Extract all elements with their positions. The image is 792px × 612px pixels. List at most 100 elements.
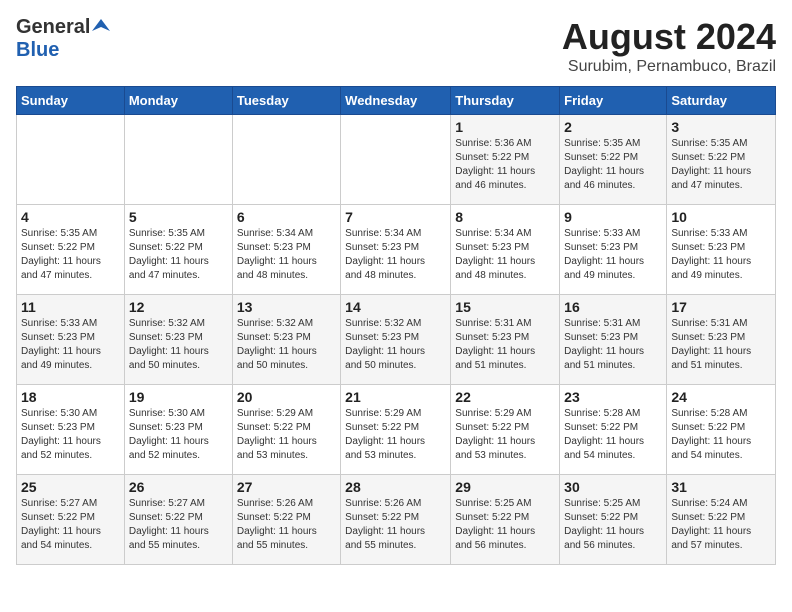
day-info: Sunrise: 5:30 AM Sunset: 5:23 PM Dayligh…	[21, 407, 120, 463]
day-number: 14	[345, 299, 446, 315]
day-info: Sunrise: 5:35 AM Sunset: 5:22 PM Dayligh…	[129, 227, 228, 283]
logo-general-text: General	[16, 16, 90, 39]
day-number: 26	[129, 479, 228, 495]
calendar-cell: 3Sunrise: 5:35 AM Sunset: 5:22 PM Daylig…	[667, 115, 776, 205]
calendar-cell: 7 Sunrise: 5:34 AM Sunset: 5:23 PM Daylig…	[341, 205, 451, 295]
weekday-header-thursday: Thursday	[451, 87, 560, 115]
logo-bird-icon	[92, 17, 110, 35]
day-number: 12	[129, 299, 228, 315]
day-info: Sunrise: 5:26 AM Sunset: 5:22 PM Dayligh…	[345, 497, 446, 553]
day-number: 20	[237, 389, 336, 405]
calendar-cell: 9Sunrise: 5:33 AM Sunset: 5:23 PM Daylig…	[560, 205, 667, 295]
day-info: Sunrise: 5:29 AM Sunset: 5:22 PM Dayligh…	[455, 407, 555, 463]
calendar-cell: 21 Sunrise: 5:29 AM Sunset: 5:22 PM Dayli…	[341, 385, 451, 475]
day-info: Sunrise: 5:26 AM Sunset: 5:22 PM Dayligh…	[237, 497, 336, 553]
calendar-cell	[341, 115, 451, 205]
day-number: 18	[21, 389, 120, 405]
week-row-4: 25 Sunrise: 5:27 AM Sunset: 5:22 PM Dayli…	[17, 475, 776, 565]
calendar-cell: 22 Sunrise: 5:29 AM Sunset: 5:22 PM Dayli…	[451, 385, 560, 475]
calendar-cell: 5 Sunrise: 5:35 AM Sunset: 5:22 PM Daylig…	[124, 205, 232, 295]
day-number: 27	[237, 479, 336, 495]
day-info: Sunrise: 5:32 AM Sunset: 5:23 PM Dayligh…	[345, 317, 446, 373]
calendar-cell: 29 Sunrise: 5:25 AM Sunset: 5:22 PM Dayli…	[451, 475, 560, 565]
calendar-cell: 30Sunrise: 5:25 AM Sunset: 5:22 PM Dayli…	[560, 475, 667, 565]
day-number: 9	[564, 209, 662, 225]
day-info: Sunrise: 5:31 AM Sunset: 5:23 PM Dayligh…	[671, 317, 771, 373]
calendar-cell: 17 Sunrise: 5:31 AM Sunset: 5:23 PM Dayli…	[667, 295, 776, 385]
day-info: Sunrise: 5:31 AM Sunset: 5:23 PM Dayligh…	[564, 317, 662, 373]
day-number: 3	[671, 119, 771, 135]
calendar-cell: 15 Sunrise: 5:31 AM Sunset: 5:23 PM Dayli…	[451, 295, 560, 385]
day-info: Sunrise: 5:33 AM Sunset: 5:23 PM Dayligh…	[671, 227, 771, 283]
calendar-cell: 2Sunrise: 5:35 AM Sunset: 5:22 PM Daylig…	[560, 115, 667, 205]
day-number: 24	[671, 389, 771, 405]
calendar-subtitle: Surubim, Pernambuco, Brazil	[562, 58, 776, 76]
day-number: 7	[345, 209, 446, 225]
calendar-cell: 24 Sunrise: 5:28 AM Sunset: 5:22 PM Dayli…	[667, 385, 776, 475]
day-number: 6	[237, 209, 336, 225]
day-number: 8	[455, 209, 555, 225]
weekday-header-sunday: Sunday	[17, 87, 125, 115]
weekday-header-saturday: Saturday	[667, 87, 776, 115]
day-number: 29	[455, 479, 555, 495]
day-number: 5	[129, 209, 228, 225]
day-number: 11	[21, 299, 120, 315]
calendar-cell: 13 Sunrise: 5:32 AM Sunset: 5:23 PM Dayli…	[232, 295, 340, 385]
day-number: 21	[345, 389, 446, 405]
calendar-cell: 10 Sunrise: 5:33 AM Sunset: 5:23 PM Dayli…	[667, 205, 776, 295]
calendar-cell	[124, 115, 232, 205]
day-info: Sunrise: 5:34 AM Sunset: 5:23 PM Dayligh…	[455, 227, 555, 283]
calendar-cell: 26 Sunrise: 5:27 AM Sunset: 5:22 PM Dayli…	[124, 475, 232, 565]
day-number: 17	[671, 299, 771, 315]
calendar-cell: 19 Sunrise: 5:30 AM Sunset: 5:23 PM Dayli…	[124, 385, 232, 475]
day-info: Sunrise: 5:35 AM Sunset: 5:22 PM Dayligh…	[21, 227, 120, 283]
calendar-cell: 6 Sunrise: 5:34 AM Sunset: 5:23 PM Daylig…	[232, 205, 340, 295]
day-info: Sunrise: 5:25 AM Sunset: 5:22 PM Dayligh…	[564, 497, 662, 553]
weekday-header-tuesday: Tuesday	[232, 87, 340, 115]
logo-blue-text: Blue	[16, 39, 59, 61]
calendar-cell: 1Sunrise: 5:36 AM Sunset: 5:22 PM Daylig…	[451, 115, 560, 205]
day-number: 19	[129, 389, 228, 405]
day-info: Sunrise: 5:36 AM Sunset: 5:22 PM Dayligh…	[455, 137, 555, 193]
day-number: 13	[237, 299, 336, 315]
week-row-3: 18 Sunrise: 5:30 AM Sunset: 5:23 PM Dayli…	[17, 385, 776, 475]
day-info: Sunrise: 5:25 AM Sunset: 5:22 PM Dayligh…	[455, 497, 555, 553]
day-number: 25	[21, 479, 120, 495]
title-area: August 2024 Surubim, Pernambuco, Brazil	[562, 16, 776, 76]
week-row-0: 1Sunrise: 5:36 AM Sunset: 5:22 PM Daylig…	[17, 115, 776, 205]
calendar-cell: 14 Sunrise: 5:32 AM Sunset: 5:23 PM Dayli…	[341, 295, 451, 385]
week-row-1: 4Sunrise: 5:35 AM Sunset: 5:22 PM Daylig…	[17, 205, 776, 295]
day-info: Sunrise: 5:32 AM Sunset: 5:23 PM Dayligh…	[237, 317, 336, 373]
day-info: Sunrise: 5:28 AM Sunset: 5:22 PM Dayligh…	[671, 407, 771, 463]
calendar-table: SundayMondayTuesdayWednesdayThursdayFrid…	[16, 86, 776, 565]
day-info: Sunrise: 5:27 AM Sunset: 5:22 PM Dayligh…	[21, 497, 120, 553]
day-info: Sunrise: 5:34 AM Sunset: 5:23 PM Dayligh…	[345, 227, 446, 283]
calendar-title: August 2024	[562, 16, 776, 58]
day-info: Sunrise: 5:29 AM Sunset: 5:22 PM Dayligh…	[345, 407, 446, 463]
day-info: Sunrise: 5:32 AM Sunset: 5:23 PM Dayligh…	[129, 317, 228, 373]
calendar-cell: 11Sunrise: 5:33 AM Sunset: 5:23 PM Dayli…	[17, 295, 125, 385]
day-number: 2	[564, 119, 662, 135]
calendar-cell: 31 Sunrise: 5:24 AM Sunset: 5:22 PM Dayli…	[667, 475, 776, 565]
day-info: Sunrise: 5:31 AM Sunset: 5:23 PM Dayligh…	[455, 317, 555, 373]
logo: General Blue	[16, 16, 110, 62]
calendar-cell: 16 Sunrise: 5:31 AM Sunset: 5:23 PM Dayli…	[560, 295, 667, 385]
day-info: Sunrise: 5:28 AM Sunset: 5:22 PM Dayligh…	[564, 407, 662, 463]
calendar-cell: 8 Sunrise: 5:34 AM Sunset: 5:23 PM Daylig…	[451, 205, 560, 295]
day-number: 23	[564, 389, 662, 405]
weekday-header-monday: Monday	[124, 87, 232, 115]
week-row-2: 11Sunrise: 5:33 AM Sunset: 5:23 PM Dayli…	[17, 295, 776, 385]
day-number: 31	[671, 479, 771, 495]
calendar-cell: 27 Sunrise: 5:26 AM Sunset: 5:22 PM Dayli…	[232, 475, 340, 565]
day-info: Sunrise: 5:34 AM Sunset: 5:23 PM Dayligh…	[237, 227, 336, 283]
day-info: Sunrise: 5:24 AM Sunset: 5:22 PM Dayligh…	[671, 497, 771, 553]
day-number: 10	[671, 209, 771, 225]
weekday-header-row: SundayMondayTuesdayWednesdayThursdayFrid…	[17, 87, 776, 115]
day-info: Sunrise: 5:27 AM Sunset: 5:22 PM Dayligh…	[129, 497, 228, 553]
day-info: Sunrise: 5:30 AM Sunset: 5:23 PM Dayligh…	[129, 407, 228, 463]
day-number: 16	[564, 299, 662, 315]
day-number: 22	[455, 389, 555, 405]
calendar-cell: 12 Sunrise: 5:32 AM Sunset: 5:23 PM Dayli…	[124, 295, 232, 385]
day-number: 15	[455, 299, 555, 315]
day-number: 28	[345, 479, 446, 495]
